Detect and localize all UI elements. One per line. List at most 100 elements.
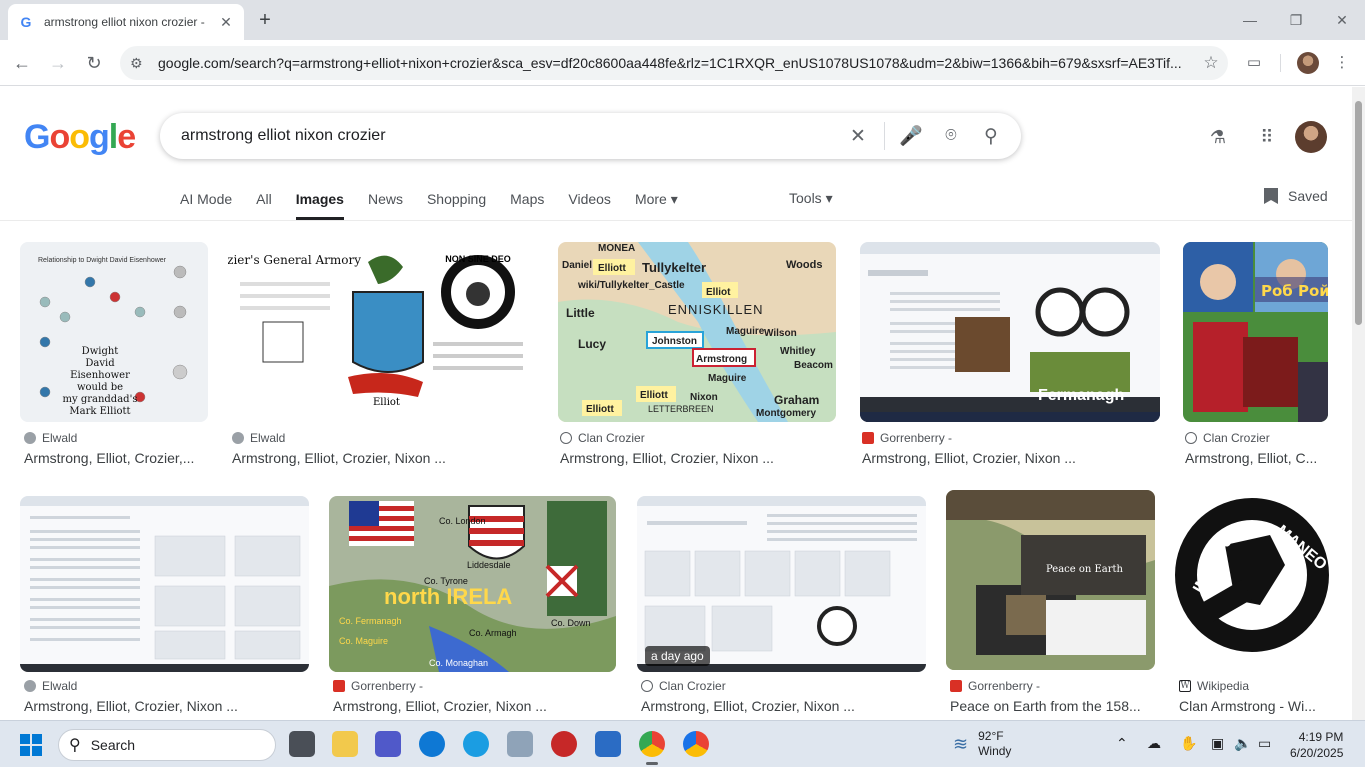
result-title[interactable]: Armstrong, Elliot, Crozier, Nixon ... <box>333 698 616 714</box>
cloud-icon[interactable]: ☁ <box>1147 735 1161 752</box>
result-thumbnail[interactable]: Роб Рой <box>1183 242 1328 422</box>
result-title[interactable]: Armstrong, Elliot, Crozier, Nixon ... <box>862 450 1160 466</box>
tab-shopping[interactable]: Shopping <box>427 188 486 220</box>
result-thumbnail[interactable] <box>20 496 309 672</box>
result-thumbnail[interactable]: INVICTUS MANEO <box>1175 490 1329 670</box>
tools-button[interactable]: Tools ▾ <box>789 190 833 207</box>
account-avatar[interactable] <box>1295 121 1327 153</box>
result-title[interactable]: Armstrong, Elliot, Crozier, Nixon ... <box>641 698 926 714</box>
chrome-profile-icon[interactable] <box>683 731 709 757</box>
image-result[interactable]: Elwald Armstrong, Elliot, Crozier, Nixon… <box>20 490 309 720</box>
window-close-button[interactable]: ✕ <box>1330 8 1354 32</box>
svg-text:Nixon: Nixon <box>690 392 718 403</box>
address-bar[interactable]: ⚙ google.com/search?q=armstrong+elliot+n… <box>120 46 1228 80</box>
system-clock[interactable]: 4:19 PM 6/20/2025 <box>1290 729 1343 761</box>
svg-text:Crozier's General Armory: Crozier's General Armory <box>228 253 361 267</box>
google-logo[interactable]: Google <box>24 118 136 157</box>
restore-button[interactable]: ❐ <box>1284 8 1308 32</box>
page-scrollbar[interactable] <box>1352 87 1365 720</box>
apps-grid-icon[interactable]: ⠿ <box>1254 124 1280 150</box>
microphone-icon[interactable]: 🎤 <box>891 124 931 148</box>
saved-button[interactable]: Saved <box>1264 188 1328 204</box>
lens-camera-icon[interactable]: ⌾ <box>931 125 971 147</box>
forward-button[interactable]: → <box>46 51 70 75</box>
search-box[interactable]: armstrong elliot nixon crozier ✕ 🎤 ⌾ ⚲ <box>160 113 1021 159</box>
tab-maps[interactable]: Maps <box>510 188 544 220</box>
chrome-icon[interactable] <box>639 731 665 757</box>
clear-icon[interactable]: ✕ <box>838 125 878 148</box>
result-thumbnail[interactable]: a day ago <box>637 496 926 672</box>
reload-button[interactable]: ↻ <box>82 51 106 75</box>
result-thumbnail[interactable]: Fermanagh <box>860 242 1160 422</box>
wind-icon: ≋ <box>953 733 969 754</box>
menu-kebab-icon[interactable]: ⋮ <box>1330 51 1354 75</box>
image-result[interactable]: Роб Рой Clan Crozier Armstrong, Elliot, … <box>1183 242 1328 472</box>
tab-videos[interactable]: Videos <box>568 188 611 220</box>
profile-avatar[interactable] <box>1297 52 1319 74</box>
result-source[interactable]: Gorrenberry - <box>950 679 1040 693</box>
start-button[interactable] <box>20 734 42 756</box>
app-icon[interactable] <box>507 731 533 757</box>
tab-more[interactable]: More ▾ <box>635 188 678 220</box>
app-icon[interactable] <box>419 731 445 757</box>
result-source[interactable]: Elwald <box>24 679 77 693</box>
image-result[interactable]: Fermanagh Gorrenberry - Armstrong, Ellio… <box>860 242 1160 472</box>
result-title[interactable]: Armstrong, Elliot, Crozier, Nixon ... <box>560 450 836 466</box>
app-icon[interactable] <box>551 731 577 757</box>
result-source[interactable]: Clan Crozier <box>560 431 645 445</box>
search-input[interactable]: armstrong elliot nixon crozier <box>181 127 838 145</box>
image-result[interactable]: Crozier's General Armory NON SINE DEO El… <box>228 242 534 472</box>
tray-app-icon[interactable]: ✋ <box>1180 735 1197 752</box>
file-explorer-icon[interactable] <box>332 731 358 757</box>
result-thumbnail[interactable]: MONEA Elliott Tullykelter wiki/Tullykelt… <box>558 242 836 422</box>
bookmark-star-icon[interactable]: ☆ <box>1194 53 1228 73</box>
result-source[interactable]: Elwald <box>232 431 285 445</box>
image-result[interactable]: Co. London Co. Tyrone Liddesdale north I… <box>329 490 616 720</box>
result-thumbnail[interactable]: Co. London Co. Tyrone Liddesdale north I… <box>329 496 616 672</box>
close-tab-icon[interactable]: ✕ <box>218 14 234 30</box>
taskbar-search[interactable]: ⚲ Search <box>58 729 276 761</box>
image-result[interactable]: Relationship to Dwight David Eisenhower … <box>20 242 208 472</box>
tab-all[interactable]: All <box>256 188 272 220</box>
tab-search-icon[interactable]: ▭ <box>1242 51 1266 75</box>
back-button[interactable]: ← <box>10 51 34 75</box>
volume-icon[interactable]: 🔈 <box>1234 735 1251 752</box>
teams-icon[interactable] <box>375 731 401 757</box>
result-title[interactable]: Armstrong, Elliot, Crozier,... <box>24 450 208 466</box>
site-info-icon[interactable]: ⚙ <box>130 55 148 72</box>
result-source[interactable]: Clan Crozier <box>641 679 726 693</box>
result-source[interactable]: Gorrenberry - <box>862 431 952 445</box>
minimize-button[interactable]: — <box>1238 8 1262 32</box>
result-title[interactable]: Clan Armstrong - Wi... <box>1179 698 1329 714</box>
labs-flask-icon[interactable]: ⚗ <box>1205 124 1231 150</box>
browser-tab[interactable]: G armstrong elliot nixon crozier - ✕ <box>8 4 244 40</box>
result-source[interactable]: Elwald <box>24 431 77 445</box>
result-thumbnail[interactable]: Relationship to Dwight David Eisenhower … <box>20 242 208 422</box>
notepad-icon[interactable] <box>595 731 621 757</box>
result-source[interactable]: Clan Crozier <box>1185 431 1270 445</box>
image-result[interactable]: INVICTUS MANEO W Wikipedia Clan Armstrong… <box>1175 490 1329 720</box>
result-thumbnail[interactable]: Peace on Earth <box>946 490 1155 670</box>
result-title[interactable]: Armstrong, Elliot, Crozier, Nixon ... <box>24 698 309 714</box>
image-result[interactable]: a day ago Clan Crozier Armstrong, Elliot… <box>637 490 926 720</box>
tab-news[interactable]: News <box>368 188 403 220</box>
edge-icon[interactable] <box>463 731 489 757</box>
result-thumbnail[interactable]: Crozier's General Armory NON SINE DEO El… <box>228 242 534 422</box>
new-tab-button[interactable]: + <box>254 9 276 31</box>
battery-icon[interactable]: ▭ <box>1258 735 1271 752</box>
scrollbar-thumb[interactable] <box>1355 101 1362 325</box>
search-icon[interactable]: ⚲ <box>971 125 1011 148</box>
display-icon[interactable]: ▣ <box>1211 735 1224 752</box>
image-result[interactable]: MONEA Elliott Tullykelter wiki/Tullykelt… <box>558 242 836 472</box>
result-title[interactable]: Armstrong, Elliot, C... <box>1185 450 1328 466</box>
weather-widget[interactable]: ≋ 92°F Windy <box>953 729 1011 759</box>
result-title[interactable]: Peace on Earth from the 158... <box>950 698 1155 714</box>
image-result[interactable]: Peace on Earth Gorrenberry - Peace on Ea… <box>946 490 1155 720</box>
result-title[interactable]: Armstrong, Elliot, Crozier, Nixon ... <box>232 450 532 466</box>
tab-ai-mode[interactable]: AI Mode <box>180 188 232 220</box>
result-source[interactable]: Gorrenberry - <box>333 679 423 693</box>
tab-images[interactable]: Images <box>295 188 344 220</box>
result-source[interactable]: W Wikipedia <box>1179 679 1249 693</box>
chevron-up-icon[interactable]: ⌃ <box>1116 735 1128 752</box>
task-view-icon[interactable] <box>289 731 315 757</box>
